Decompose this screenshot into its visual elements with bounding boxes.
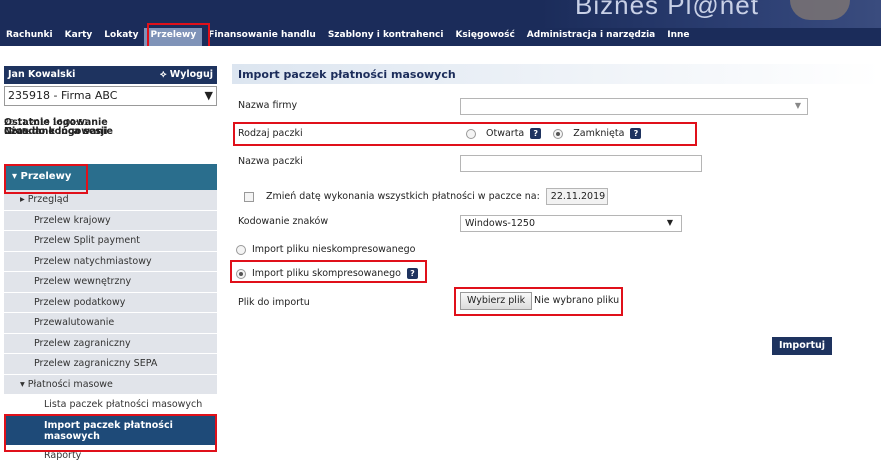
highlight-menu-przelewy bbox=[4, 164, 88, 194]
import-button[interactable]: Importuj bbox=[772, 337, 832, 355]
sidebar-item-sepa[interactable]: Przelew zagraniczny SEPA bbox=[4, 354, 217, 375]
user-name: Jan Kowalski bbox=[8, 69, 75, 81]
import-uncompressed-radio[interactable] bbox=[236, 245, 246, 255]
package-name-label: Nazwa paczki bbox=[238, 156, 303, 167]
sidebar-group-platnosci-masowe[interactable]: ▾ Płatności masowe bbox=[4, 375, 217, 396]
session-label: Czas do końca sesji bbox=[4, 127, 107, 136]
nav-ksiegowosc[interactable]: Księgowość bbox=[449, 28, 520, 46]
nav-karty[interactable]: Karty bbox=[59, 28, 99, 46]
nav-finansowanie-handlu[interactable]: Finansowanie handlu bbox=[202, 28, 322, 46]
file-label: Plik do importu bbox=[238, 297, 310, 308]
company-label: Nazwa firmy bbox=[238, 100, 297, 111]
user-header: Jan Kowalski ⟡ Wyloguj bbox=[4, 66, 217, 84]
nav-administracja[interactable]: Administracja i narzędzia bbox=[521, 28, 661, 46]
chevron-down-icon: ▼ bbox=[795, 101, 801, 110]
sidebar-item-zagraniczny[interactable]: Przelew zagraniczny bbox=[4, 334, 217, 355]
sidebar-group-label: Płatności masowe bbox=[28, 379, 113, 390]
firm-select[interactable]: 235918 - Firma ABC ▼ bbox=[4, 86, 217, 106]
sidebar-item-label: Przegląd bbox=[28, 194, 69, 205]
brand-logo: Biznes Pl@net bbox=[575, 0, 759, 21]
nav-inne[interactable]: Inne bbox=[661, 28, 695, 46]
sidebar: Jan Kowalski ⟡ Wyloguj 235918 - Firma AB… bbox=[0, 46, 222, 462]
encoding-select[interactable]: Windows-1250 ▼ bbox=[460, 215, 682, 232]
sidebar-item-lista-paczek[interactable]: Lista paczek płatności masowych bbox=[4, 395, 217, 416]
logout-link[interactable]: ⟡ Wyloguj bbox=[160, 69, 213, 81]
top-bar: Biznes Pl@net Rachunki Karty Lokaty Prze… bbox=[0, 0, 881, 46]
logout-label: Wyloguj bbox=[170, 69, 213, 80]
date-change-checkbox[interactable] bbox=[244, 192, 254, 202]
nav-szablony[interactable]: Szablony i kontrahenci bbox=[322, 28, 450, 46]
sidebar-item-split-payment[interactable]: Przelew Split payment bbox=[4, 231, 217, 252]
chevron-down-icon: ▼ bbox=[667, 218, 673, 227]
login-info: Ostatnie logowanie20.11.2019 16:02:51 Ni… bbox=[4, 118, 217, 136]
chevron-down-icon: ▼ bbox=[205, 89, 213, 103]
company-select[interactable]: ▼ bbox=[460, 98, 808, 115]
sidebar-item-podatkowy[interactable]: Przelew podatkowy bbox=[4, 293, 217, 314]
nav-lokaty[interactable]: Lokaty bbox=[98, 28, 144, 46]
main-nav: Rachunki Karty Lokaty Przelewy Finansowa… bbox=[0, 28, 696, 46]
date-change-label: Zmień datę wykonania wszystkich płatnośc… bbox=[266, 191, 540, 202]
date-change-row: Zmień datę wykonania wszystkich płatnośc… bbox=[244, 188, 608, 205]
sidebar-item-wewnetrzny[interactable]: Przelew wewnętrzny bbox=[4, 272, 217, 293]
encoding-value: Windows-1250 bbox=[465, 218, 535, 229]
highlight-menu-import bbox=[4, 414, 217, 452]
import-uncompressed-row: Import pliku nieskompresowanego bbox=[236, 244, 415, 255]
nav-rachunki[interactable]: Rachunki bbox=[0, 28, 59, 46]
sidebar-item-przelew-krajowy[interactable]: Przelew krajowy bbox=[4, 211, 217, 232]
import-uncompressed-label: Import pliku nieskompresowanego bbox=[252, 244, 415, 255]
page-title: Import paczek płatności masowych bbox=[232, 64, 881, 84]
highlight-package-type bbox=[233, 122, 697, 146]
highlight-compressed-import bbox=[230, 260, 427, 283]
package-name-input[interactable] bbox=[460, 155, 702, 172]
sidebar-item-natychmiastowy[interactable]: Przelew natychmiastowy bbox=[4, 252, 217, 273]
date-input[interactable]: 22.11.2019 bbox=[546, 188, 608, 205]
highlight-file-chooser bbox=[454, 287, 623, 316]
encoding-label: Kodowanie znaków bbox=[238, 216, 328, 227]
firm-value: 235918 - Firma ABC bbox=[8, 89, 117, 103]
sidebar-item-przewalutowanie[interactable]: Przewalutowanie bbox=[4, 313, 217, 334]
